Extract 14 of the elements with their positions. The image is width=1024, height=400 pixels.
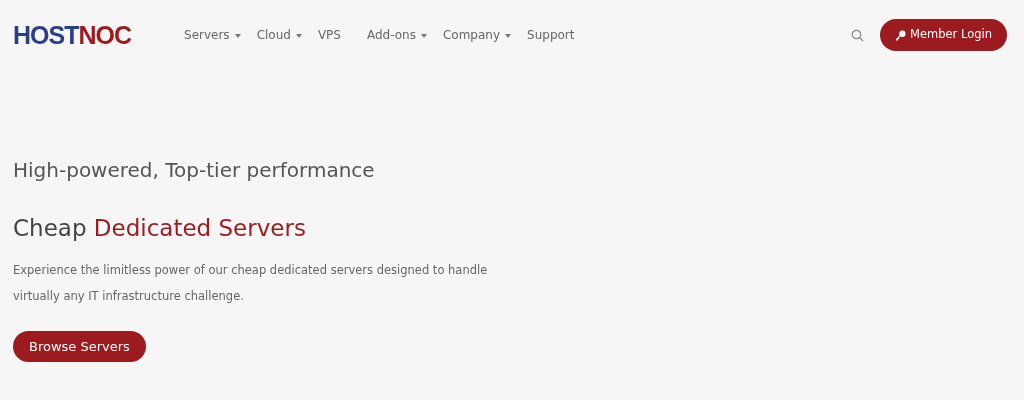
hero-description: Experience the limitless power of our cheap dedicated servers designed to handle virtually any IT infrastructure challenge.: [13, 261, 489, 305]
hero-title: Cheap Dedicated Servers: [13, 215, 307, 243]
login-button[interactable]: Member Login: [880, 19, 1007, 51]
logo[interactable]: HOSTNOC: [13, 22, 131, 48]
browse-servers-button[interactable]: Browse Servers: [13, 330, 146, 363]
nav-link[interactable]: Company: [436, 26, 518, 44]
nav-link[interactable]: Add-ons: [360, 26, 433, 44]
nav-link[interactable]: VPS: [311, 26, 347, 44]
nav-link[interactable]: Cloud: [250, 26, 308, 44]
key-icon: [895, 29, 906, 41]
nav-link[interactable]: Servers: [178, 26, 247, 44]
nav-link[interactable]: Support: [521, 26, 581, 44]
hero-subtitle: High-powered, Top-tier performance: [13, 157, 376, 184]
search-icon[interactable]: [851, 28, 864, 42]
